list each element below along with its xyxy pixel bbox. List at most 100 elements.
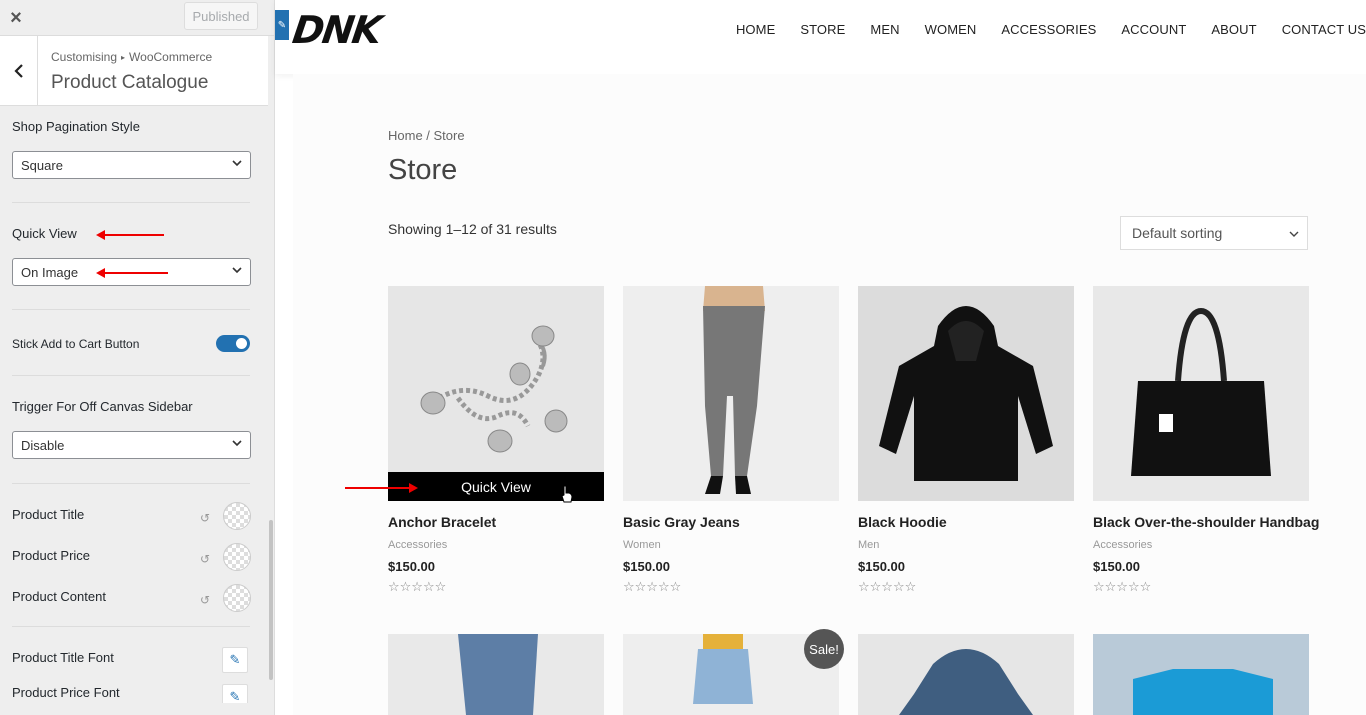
annotation-arrow [345,483,418,493]
annotation-arrow [96,230,164,240]
product-card[interactable]: Black Over-the-shoulder Handbag Accessor… [1093,286,1319,595]
nav-home[interactable]: HOME [736,22,775,37]
product-card[interactable]: Black Hoodie Men $150.00 ☆☆☆☆☆ [858,286,1074,595]
color-swatch[interactable] [223,502,251,530]
hoodie-image [879,306,1053,481]
customizer-breadcrumb: Customising ▸ WooCommerce [51,50,212,64]
breadcrumb-parent: WooCommerce [129,50,213,64]
back-icon[interactable] [0,36,38,106]
font-label-product-price: Product Price Font [12,685,120,700]
quick-view-label: Quick View [12,226,77,241]
color-swatch[interactable] [223,543,251,571]
product-name[interactable]: Basic Gray Jeans [623,514,839,530]
customizer-footer [0,703,268,715]
color-label-product-price: Product Price [12,548,91,563]
product-card[interactable]: Basic Gray Jeans Women $150.00 ☆☆☆☆☆ [623,286,839,595]
nav-women[interactable]: WOMEN [925,22,977,37]
site-preview: ✎ DNK HOME STORE MEN WOMEN ACCESSORIES A… [275,0,1366,715]
pagination-select[interactable]: Square [12,151,251,179]
product-image[interactable]: Quick View [388,286,604,501]
color-swatch[interactable] [223,584,251,612]
product-image[interactable] [388,634,604,715]
reset-icon[interactable]: ↺ [200,553,212,565]
divider [12,202,250,203]
trigger-label: Trigger For Off Canvas Sidebar [12,399,193,414]
product-category[interactable]: Men [858,539,1074,551]
trigger-select[interactable]: Disable [12,431,251,459]
reset-icon[interactable]: ↺ [200,594,212,606]
nav-contact[interactable]: CONTACT US [1282,22,1366,37]
product-image[interactable] [1093,286,1309,501]
product-price: $150.00 [388,559,435,574]
divider [12,483,250,484]
breadcrumb-root: Customising [51,50,118,64]
jeans-image [703,286,765,494]
hand-cursor-icon [561,485,573,503]
product-image[interactable] [623,286,839,501]
pagination-label: Shop Pagination Style [12,119,140,134]
customizer-controls: Shop Pagination Style Square Quick View … [0,106,268,715]
pencil-icon[interactable]: ✎ [222,647,248,673]
breadcrumb-separator-icon: ▸ [121,53,126,62]
divider [12,626,250,627]
site-header: ✎ DNK HOME STORE MEN WOMEN ACCESSORIES A… [275,0,1366,74]
handbag-image [1131,307,1271,476]
color-label-product-title: Product Title [12,507,85,522]
page-title: Store [388,154,458,186]
close-icon[interactable]: × [0,0,32,36]
product-category[interactable]: Accessories [1093,539,1309,551]
published-button[interactable]: Published [184,2,258,30]
blue-tshirt-image [1133,669,1273,715]
section-title: Product Catalogue [51,72,209,93]
sale-badge: Sale! [804,629,844,669]
edit-shortcut-icon[interactable]: ✎ [275,10,289,40]
chevron-down-icon [232,267,242,274]
product-name[interactable]: Black Over-the-shoulder Handbag [1093,514,1319,530]
shop-breadcrumb[interactable]: Home / Store [388,128,465,143]
product-card[interactable] [1093,634,1309,715]
sorting-select[interactable]: Default sorting [1120,216,1308,250]
main-nav: HOME STORE MEN WOMEN ACCESSORIES ACCOUNT… [736,22,1366,37]
product-category[interactable]: Women [623,539,839,551]
sorting-value: Default sorting [1132,225,1223,241]
product-card[interactable] [858,634,1074,715]
annotation-arrow [96,268,168,278]
nav-about[interactable]: ABOUT [1211,22,1256,37]
star-rating-icon: ☆☆☆☆☆ [623,579,682,594]
color-label-product-content: Product Content [12,589,106,604]
product-image[interactable] [858,286,1074,501]
stick-cart-toggle[interactable] [216,335,250,352]
nav-men[interactable]: MEN [870,22,899,37]
result-count: Showing 1–12 of 31 results [388,221,557,237]
chevron-down-icon [1289,231,1299,237]
site-logo[interactable]: DNK [290,8,383,52]
nav-store[interactable]: STORE [800,22,845,37]
sidebar-scrollbar[interactable] [269,520,273,680]
customizer-sidebar: × Published Customising ▸ WooCommerce Prod… [0,0,275,715]
product-name[interactable]: Black Hoodie [858,514,1074,530]
divider [12,309,250,310]
product-card[interactable] [388,634,604,715]
quick-view-value: On Image [21,264,79,280]
product-category[interactable]: Accessories [388,539,604,551]
star-rating-icon: ☆☆☆☆☆ [1093,579,1152,594]
divider [12,375,250,376]
star-rating-icon: ☆☆☆☆☆ [858,579,917,594]
star-rating-icon: ☆☆☆☆☆ [388,579,447,594]
reset-icon[interactable]: ↺ [200,512,212,524]
font-label-product-title: Product Title Font [12,650,114,665]
bracelet-image [420,325,568,453]
pagination-value: Square [21,157,63,173]
product-name[interactable]: Anchor Bracelet [388,514,604,530]
trigger-value: Disable [21,437,65,453]
customizer-topbar: × Published [0,0,274,36]
product-card[interactable]: Quick View Anchor Bracelet Accessories $… [388,286,604,595]
chevron-down-icon [232,440,242,447]
nav-accessories[interactable]: ACCESSORIES [1001,22,1096,37]
nav-account[interactable]: ACCOUNT [1121,22,1186,37]
product-image[interactable] [858,634,1074,715]
product-price: $150.00 [858,559,905,574]
product-price: $150.00 [1093,559,1140,574]
product-price: $150.00 [623,559,670,574]
product-image[interactable] [1093,634,1309,715]
